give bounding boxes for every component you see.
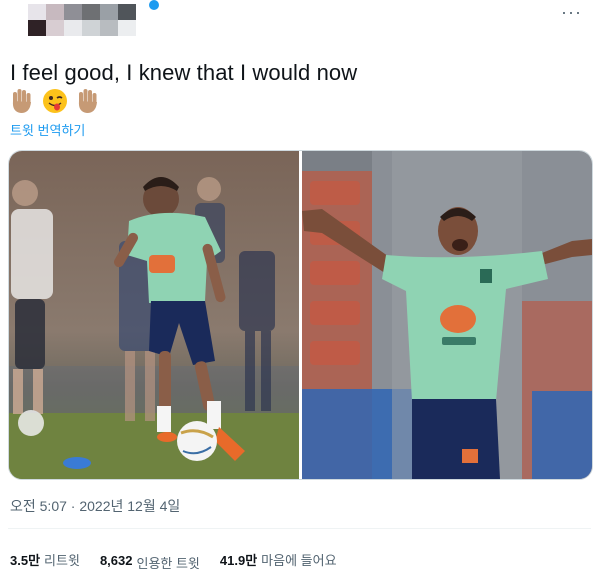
retweet-count[interactable]: 3.5만 리트윗 [10,550,80,569]
pixelated-profile-avatar[interactable] [28,4,136,36]
emoji-row [10,88,100,116]
stat-label: 리트윗 [44,553,80,568]
stat-label: 마음에 들어요 [261,553,337,568]
more-horizontal-icon[interactable]: ··· [561,2,582,23]
raised-hand-icon [78,89,97,113]
stat-value: 3.5만 [10,553,41,568]
translate-tweet-link[interactable]: 트윗 번역하기 [10,120,85,139]
raised-hand-icon [12,89,31,113]
quote-tweet-count[interactable]: 8,632 인용한 트윗 [100,553,200,572]
football-training-photo [9,151,299,479]
stats-divider-top [8,528,591,529]
stat-label: 인용한 트윗 [136,556,200,571]
stat-value: 41.9만 [219,553,258,568]
engagement-stats: 3.5만 리트윗 8,632 인용한 트윗 41.9만 마음에 들어요 [10,550,337,572]
stat-value: 8,632 [99,553,133,568]
verified-badge-icon [149,0,159,10]
winking-face-with-tongue-icon [43,89,67,113]
photo-celebrating-arms-wide[interactable] [302,151,592,479]
tweet-media [8,150,593,480]
tweet-text: I feel good, I knew that I would now [10,60,358,85]
celebration-photo [302,151,592,479]
photo-dribbling-ball[interactable] [9,151,299,479]
tweet-timestamp[interactable]: 오전 5:07 · 2022년 12월 4일 [10,496,180,516]
tweet-header: ··· [28,0,588,48]
like-count[interactable]: 41.9만 마음에 들어요 [220,550,337,569]
